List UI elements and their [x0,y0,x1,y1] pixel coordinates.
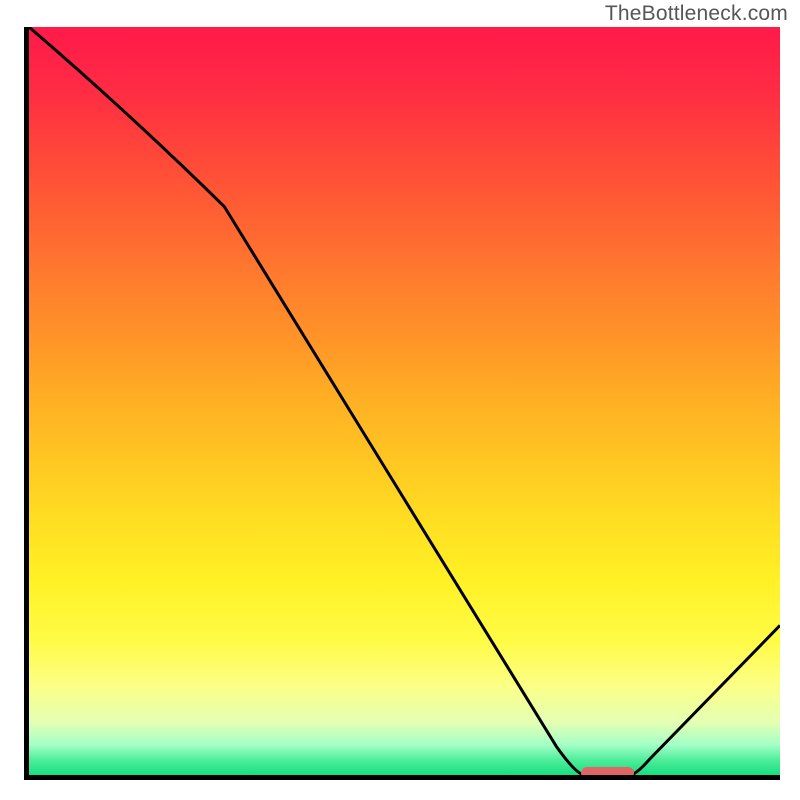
bottleneck-curve [29,27,780,775]
bottleneck-chart: TheBottleneck.com [0,0,800,800]
y-axis [24,27,29,780]
attribution-text: TheBottleneck.com [605,2,788,26]
x-axis [24,775,780,780]
plot-area [29,27,780,775]
curve-layer [29,27,780,775]
